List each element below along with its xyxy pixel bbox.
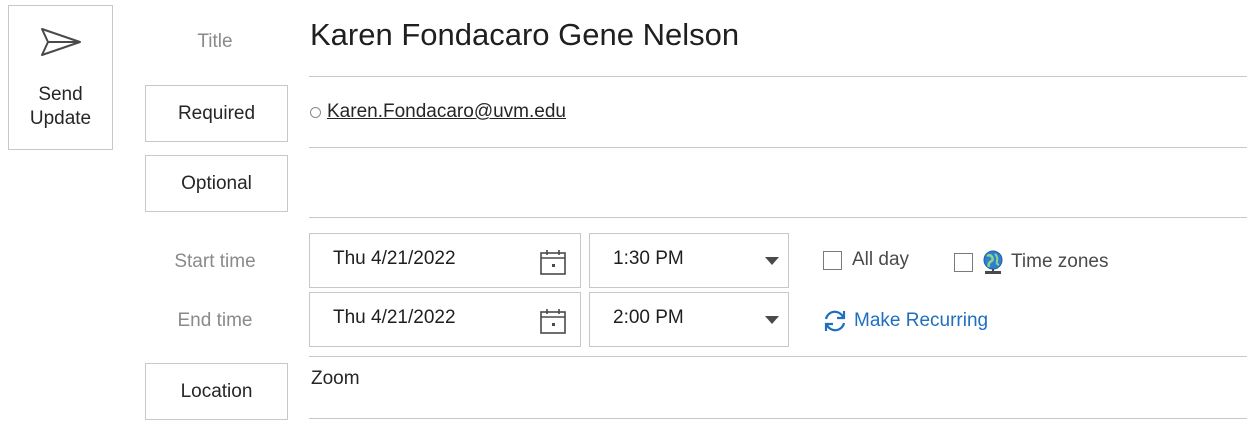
globe-icon (983, 250, 1003, 274)
make-recurring-link[interactable]: Make Recurring (822, 309, 988, 333)
attendee-email[interactable]: Karen.Fondacaro@uvm.edu (327, 101, 566, 123)
optional-button[interactable]: Optional (145, 155, 288, 212)
location-input[interactable]: Zoom (311, 368, 360, 390)
calendar-icon[interactable] (539, 248, 567, 276)
start-time-dropdown[interactable]: 1:30 PM (589, 233, 789, 288)
chevron-down-icon (765, 316, 779, 324)
start-date-value: Thu 4/21/2022 (333, 248, 456, 269)
recurring-icon (824, 310, 846, 332)
end-time-label: End time (177, 310, 253, 331)
divider (309, 147, 1247, 148)
end-time-value: 2:00 PM (613, 307, 684, 328)
optional-attendees-field[interactable] (309, 150, 1239, 215)
all-day-label: All day (852, 249, 910, 270)
divider (309, 418, 1247, 419)
end-time-dropdown[interactable]: 2:00 PM (589, 292, 789, 347)
send-icon (41, 28, 81, 56)
required-button[interactable]: Required (145, 85, 288, 142)
start-time-label: Start time (174, 251, 256, 272)
start-date-field[interactable]: Thu 4/21/2022 (309, 233, 581, 288)
location-button[interactable]: Location (145, 363, 288, 420)
end-date-field[interactable]: Thu 4/21/2022 (309, 292, 581, 347)
send-update-button[interactable]: Send Update (8, 5, 113, 150)
divider (309, 356, 1247, 357)
divider (309, 76, 1247, 77)
required-attendees-field[interactable]: Karen.Fondacaro@uvm.edu (310, 101, 566, 123)
calendar-icon[interactable] (539, 307, 567, 335)
send-update-label: Send Update (29, 84, 92, 129)
meeting-title-input[interactable]: Karen Fondacaro Gene Nelson (310, 17, 739, 53)
chevron-down-icon (765, 257, 779, 265)
make-recurring-label: Make Recurring (854, 310, 989, 331)
divider (309, 217, 1247, 218)
start-time-value: 1:30 PM (613, 248, 684, 269)
title-label: Title (197, 31, 233, 52)
presence-status-icon (310, 106, 321, 118)
time-zones-checkbox-box[interactable] (954, 252, 973, 272)
time-zones-checkbox[interactable]: Time zones (954, 249, 1109, 275)
time-zones-label: Time zones (1011, 251, 1109, 272)
all-day-checkbox[interactable]: All day (823, 249, 909, 271)
all-day-checkbox-box[interactable] (823, 250, 842, 270)
end-date-value: Thu 4/21/2022 (333, 307, 456, 328)
